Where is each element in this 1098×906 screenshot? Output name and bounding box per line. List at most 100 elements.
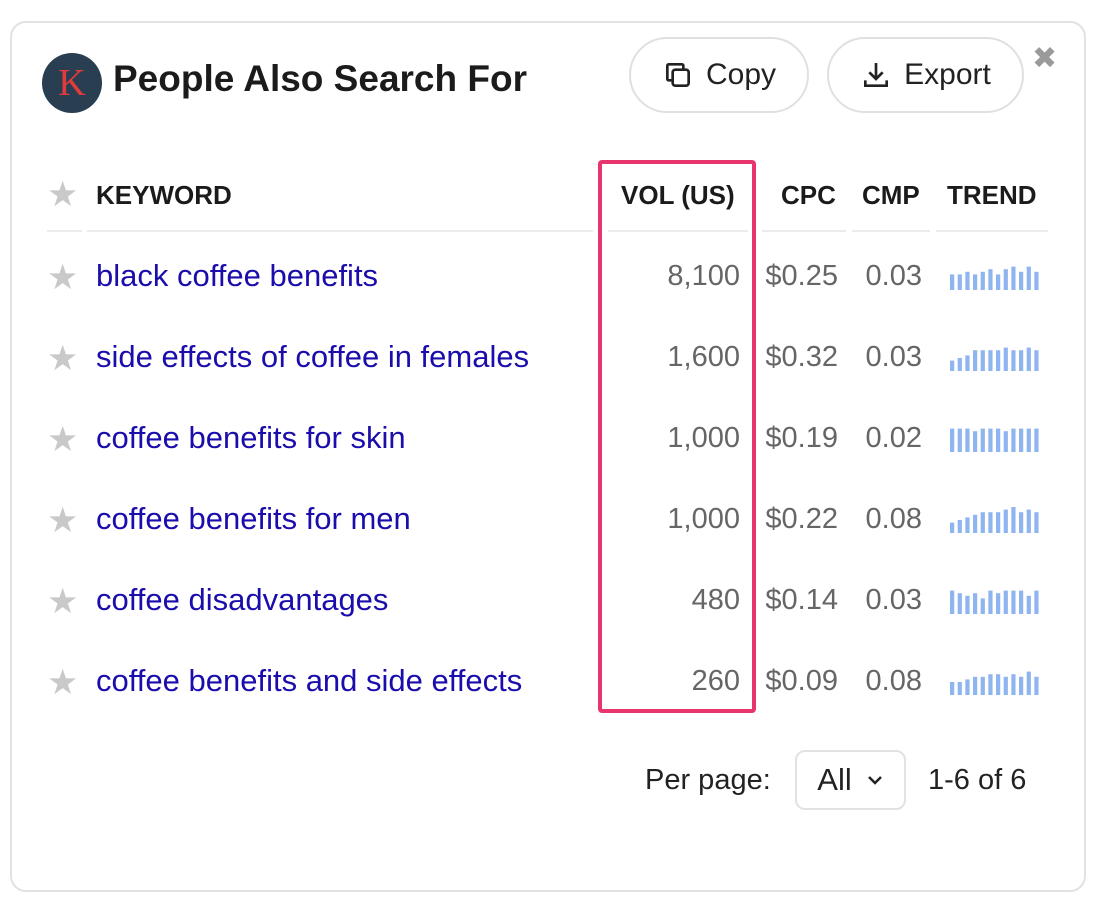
cmp-value: 0.03 bbox=[865, 341, 922, 373]
header-divider bbox=[762, 230, 846, 232]
trend-bar bbox=[1019, 590, 1024, 614]
trend-bar bbox=[1034, 512, 1039, 533]
trend-bar bbox=[1019, 676, 1024, 695]
trend-bar bbox=[1026, 509, 1031, 533]
star-icon[interactable]: ★ bbox=[47, 584, 78, 619]
cpc-value: $0.09 bbox=[765, 665, 838, 697]
trend-bar bbox=[973, 514, 978, 533]
column-keyword[interactable]: KEYWORD bbox=[96, 180, 232, 211]
trend-bar bbox=[950, 682, 955, 695]
logo-letter: K bbox=[58, 62, 86, 104]
volume-column-highlight bbox=[598, 160, 756, 713]
keyword-link[interactable]: side effects of coffee in females bbox=[96, 339, 529, 375]
cmp-value: 0.03 bbox=[865, 584, 922, 616]
trend-bar bbox=[973, 431, 978, 452]
trend-bar bbox=[973, 350, 978, 371]
keywords-everywhere-logo: K bbox=[42, 53, 102, 113]
trend-bar bbox=[996, 274, 1001, 290]
export-button[interactable]: Export bbox=[827, 37, 1024, 113]
close-icon[interactable]: ✖ bbox=[1032, 44, 1057, 74]
trend-bar bbox=[957, 593, 962, 614]
trend-bar bbox=[1019, 428, 1024, 452]
trend-bar bbox=[957, 520, 962, 533]
trend-bar bbox=[1034, 350, 1039, 371]
trend-bar bbox=[1003, 431, 1008, 452]
star-icon[interactable]: ★ bbox=[47, 341, 78, 376]
trend-sparkline bbox=[950, 590, 1039, 614]
cmp-value: 0.02 bbox=[865, 422, 922, 454]
cmp-value: 0.03 bbox=[865, 260, 922, 292]
copy-label: Copy bbox=[705, 58, 777, 91]
trend-bar bbox=[988, 428, 993, 452]
trend-bar bbox=[1026, 428, 1031, 452]
trend-bar bbox=[1034, 271, 1039, 290]
trend-bar bbox=[1026, 595, 1031, 614]
trend-bar bbox=[965, 679, 970, 695]
trend-bar bbox=[1011, 266, 1016, 290]
per-page-label: Per page: bbox=[645, 764, 771, 796]
header-divider bbox=[936, 230, 1048, 232]
copy-icon bbox=[665, 63, 690, 87]
star-icon[interactable]: ★ bbox=[47, 503, 78, 538]
trend-bar bbox=[980, 512, 985, 533]
cpc-value: $0.14 bbox=[765, 584, 838, 616]
download-icon bbox=[864, 63, 889, 87]
keyword-widget bbox=[10, 21, 1086, 892]
keyword-link[interactable]: black coffee benefits bbox=[96, 258, 378, 294]
cpc-value: $0.22 bbox=[765, 503, 838, 535]
pagination-range: 1-6 of 6 bbox=[928, 764, 1027, 796]
trend-bar bbox=[1026, 266, 1031, 290]
trend-bar bbox=[1019, 271, 1024, 290]
trend-bar bbox=[973, 676, 978, 695]
trend-bar bbox=[965, 271, 970, 290]
trend-bar bbox=[950, 274, 955, 290]
column-cmp[interactable]: CMP bbox=[862, 180, 920, 211]
star-icon[interactable]: ★ bbox=[47, 177, 78, 212]
trend-bar bbox=[1034, 428, 1039, 452]
export-label: Export bbox=[904, 58, 991, 91]
per-page-value: All bbox=[817, 762, 852, 797]
trend-bar bbox=[957, 274, 962, 290]
copy-button[interactable]: Copy bbox=[629, 37, 809, 113]
trend-bar bbox=[1011, 350, 1016, 371]
trend-bar bbox=[988, 269, 993, 290]
trend-bar bbox=[996, 512, 1001, 533]
column-trend: TREND bbox=[947, 180, 1037, 210]
trend-bar bbox=[988, 590, 993, 614]
trend-bar bbox=[1026, 347, 1031, 371]
column-cpc[interactable]: CPC bbox=[781, 180, 836, 211]
trend-bar bbox=[1026, 671, 1031, 695]
keyword-link[interactable]: coffee benefits for skin bbox=[96, 420, 406, 456]
star-icon[interactable]: ★ bbox=[47, 260, 78, 295]
trend-bar bbox=[950, 360, 955, 371]
trend-sparkline bbox=[950, 347, 1039, 371]
keyword-link[interactable]: coffee benefits and side effects bbox=[96, 663, 522, 699]
star-icon[interactable]: ★ bbox=[47, 422, 78, 457]
trend-bar bbox=[980, 428, 985, 452]
keyword-link[interactable]: coffee disadvantages bbox=[96, 582, 388, 618]
trend-bar bbox=[980, 598, 985, 614]
chevron-down-icon bbox=[867, 776, 882, 785]
cpc-value: $0.25 bbox=[765, 260, 838, 292]
trend-bar bbox=[996, 428, 1001, 452]
trend-bar bbox=[965, 355, 970, 371]
trend-bar bbox=[957, 358, 962, 371]
trend-bar bbox=[1034, 676, 1039, 695]
trend-bar bbox=[980, 271, 985, 290]
trend-bar bbox=[1019, 512, 1024, 533]
trend-sparkline bbox=[950, 671, 1039, 695]
keyword-link[interactable]: coffee benefits for men bbox=[96, 501, 411, 537]
trend-bar bbox=[996, 674, 1001, 695]
per-page-select[interactable]: All bbox=[795, 750, 906, 810]
header-divider bbox=[852, 230, 930, 232]
trend-bar bbox=[1003, 590, 1008, 614]
star-icon[interactable]: ★ bbox=[47, 665, 78, 700]
trend-bar bbox=[988, 674, 993, 695]
trend-sparkline bbox=[950, 428, 1039, 452]
trend-bar bbox=[1003, 676, 1008, 695]
trend-bar bbox=[980, 676, 985, 695]
trend-bar bbox=[1003, 269, 1008, 290]
trend-bar bbox=[973, 593, 978, 614]
cmp-value: 0.08 bbox=[865, 665, 922, 697]
trend-bar bbox=[950, 428, 955, 452]
